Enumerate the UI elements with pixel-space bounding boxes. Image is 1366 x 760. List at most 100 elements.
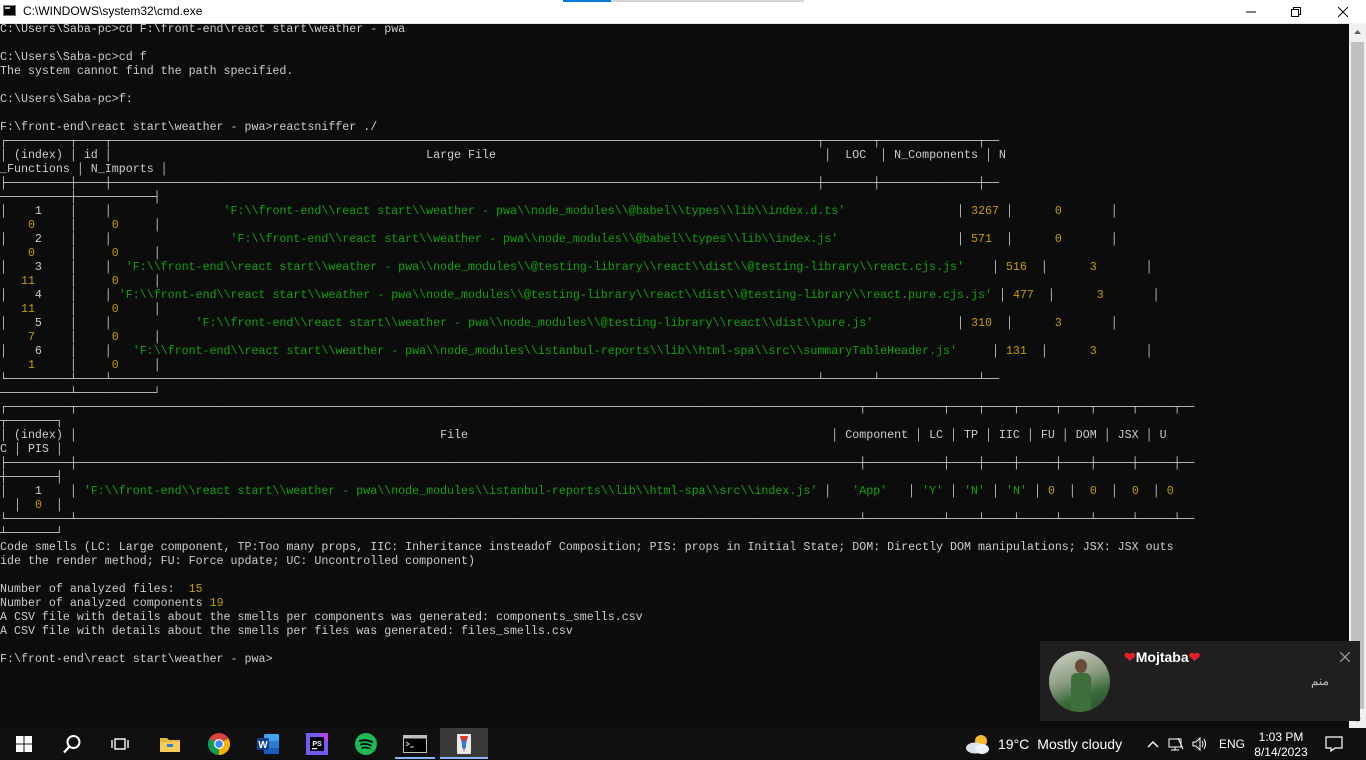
chrome-button[interactable] <box>195 728 243 759</box>
console-line: │ (index) │ File │ Component │ LC │ TP │… <box>0 429 1349 443</box>
weather-widget[interactable]: 19°C Mostly cloudy <box>964 728 1122 759</box>
console-text-segment: 3 <box>1089 345 1097 358</box>
console-text-segment: │ <box>992 317 1055 330</box>
console-text-segment: F:\front-end\react start\weather - pwa>r… <box>0 121 378 134</box>
console-text: C:\Users\Saba-pc>cd F:\front-end\react s… <box>0 23 1349 667</box>
restore-button[interactable] <box>1273 0 1319 23</box>
console-text-segment: 0 <box>111 275 119 288</box>
console-text-segment <box>0 303 21 316</box>
console-text-segment: │ <box>991 289 1013 302</box>
console-line: └─────────┴────┴────────────────────────… <box>0 373 1349 387</box>
volume-button[interactable] <box>1190 728 1210 759</box>
console-text-segment: 571 <box>971 233 992 246</box>
console-text-segment: ┴───────┘ <box>0 527 63 540</box>
windows-logo-icon <box>16 735 32 752</box>
console-text-segment: ┌─────────┬─────────────────────────────… <box>0 401 1195 414</box>
console-line: Number of analyzed components 19 <box>0 597 1349 611</box>
console-line: 0 │ 0 │ <box>0 219 1349 233</box>
console-text-segment: │ <box>964 261 1006 274</box>
task-view-button[interactable] <box>96 728 144 759</box>
word-icon: W <box>257 733 279 754</box>
spotify-button[interactable] <box>342 728 390 759</box>
console-line: │ 0 │ <box>0 499 1349 513</box>
input-language[interactable]: ENG <box>1219 728 1245 759</box>
chat-notification[interactable]: ❤Mojtaba❤ منم <box>1040 641 1360 721</box>
console-text-segment: │ <box>1061 233 1118 246</box>
phpstorm-icon: PS <box>306 732 328 755</box>
close-button[interactable] <box>1320 0 1366 23</box>
console-text-segment: 'F:\\front-end\\react start\\weather - p… <box>223 205 846 218</box>
console-text-segment: ide the render method; FU: Force update;… <box>0 555 476 568</box>
console-output[interactable]: C:\Users\Saba-pc>cd F:\front-end\react s… <box>0 23 1349 728</box>
console-line: │ 4 │ │ 'F:\\front-end\\react start\\wea… <box>0 289 1349 303</box>
heart-icon: ❤ <box>1124 649 1136 665</box>
restore-icon <box>1291 6 1301 17</box>
arrow-up-icon <box>1354 29 1361 34</box>
console-line: F:\front-end\react start\weather - pwa>r… <box>0 121 1349 135</box>
console-text-segment: │ <box>1096 485 1132 498</box>
show-hidden-icons-button[interactable] <box>1144 728 1162 759</box>
minimize-button[interactable] <box>1228 0 1274 23</box>
search-icon <box>63 734 81 753</box>
minimize-icon <box>1246 11 1256 12</box>
console-text-segment: │ <box>0 499 35 512</box>
console-text-segment: C:\Users\Saba-pc>cd f <box>0 51 147 64</box>
console-text-segment: 3 <box>1054 317 1062 330</box>
network-button[interactable] <box>1165 728 1187 759</box>
console-text-segment: Code smells (LC: Large component, TP:Too… <box>0 541 1174 554</box>
folder-icon <box>160 737 180 752</box>
console-text-segment: 'F:\\front-end\\react start\\weather - p… <box>230 233 839 246</box>
heart-icon: ❤ <box>1188 649 1201 665</box>
console-text-segment: │ <box>118 331 161 344</box>
action-center-button[interactable] <box>1320 728 1348 759</box>
start-button[interactable] <box>0 728 48 759</box>
console-line: 7 │ 0 │ <box>0 331 1349 345</box>
console-text-segment: 'App' <box>852 485 888 498</box>
console-line: C:\Users\Saba-pc>cd f <box>0 51 1349 65</box>
console-line: │ (index) │ id │ Large File │ LOC │ N_Co… <box>0 149 1349 163</box>
console-text-segment: 'F:\\front-end\\react start\\weather - p… <box>125 261 965 274</box>
console-line: └─────────┴─────────────────────────────… <box>0 513 1349 527</box>
console-line: ├─────────┼────┼────────────────────────… <box>0 177 1349 191</box>
task-view-icon <box>111 737 129 750</box>
scrollbar-thumb[interactable] <box>1351 42 1364 709</box>
phpstorm-button[interactable]: PS <box>293 728 341 759</box>
console-text-segment: │ 3 │ │ <box>0 261 126 274</box>
console-text-segment: │ <box>118 219 161 232</box>
console-text-segment: 516 <box>1005 261 1027 274</box>
scroll-up-button[interactable] <box>1349 23 1366 40</box>
console-line: Number of analyzed files: 15 <box>0 583 1349 597</box>
spotify-icon <box>355 732 377 755</box>
cloudy-weather-icon <box>966 734 989 754</box>
notification-close-button[interactable] <box>1339 649 1351 665</box>
console-line: │ 6 │ │ 'F:\\front-end\\react start\\wea… <box>0 345 1349 359</box>
console-line: 1 │ 0 │ <box>0 359 1349 373</box>
console-text-segment: │ <box>118 275 161 288</box>
console-line: ──────────┼───────────┤ <box>0 191 1349 205</box>
console-text-segment: │ <box>1138 485 1167 498</box>
word-button[interactable]: W <box>244 728 292 759</box>
console-text-segment: │ <box>118 359 161 372</box>
console-text-segment: 0 <box>1054 205 1062 218</box>
title-tab-strip <box>611 0 804 2</box>
console-text-segment: C:\Users\Saba-pc>f: <box>0 93 133 106</box>
clock[interactable]: 1:03 PM 8/14/2023 <box>1254 730 1308 760</box>
cmd-taskbar-button[interactable] <box>391 728 439 759</box>
search-button[interactable] <box>48 728 96 759</box>
console-text-segment: │ <box>887 485 923 498</box>
git-button[interactable] <box>440 728 488 759</box>
console-text-segment <box>0 331 28 344</box>
console-text-segment: └─────────┴────┴────────────────────────… <box>0 373 999 386</box>
file-explorer-button[interactable] <box>146 728 194 759</box>
console-line: │ 2 │ │ 'F:\\front-end\\react start\\wea… <box>0 233 1349 247</box>
console-text-segment: 'F:\\front-end\\react start\\weather - p… <box>83 485 818 498</box>
console-text-segment: 310 <box>971 317 992 330</box>
console-text-segment: │ <box>1061 317 1118 330</box>
console-line: A CSV file with details about the smells… <box>0 611 1349 625</box>
vertical-scrollbar[interactable] <box>1349 23 1366 728</box>
cmd-app-icon <box>3 5 16 16</box>
console-text-segment: 11 <box>20 303 35 316</box>
console-text-segment: │ <box>34 331 112 344</box>
console-text-segment: │ <box>1061 205 1118 218</box>
